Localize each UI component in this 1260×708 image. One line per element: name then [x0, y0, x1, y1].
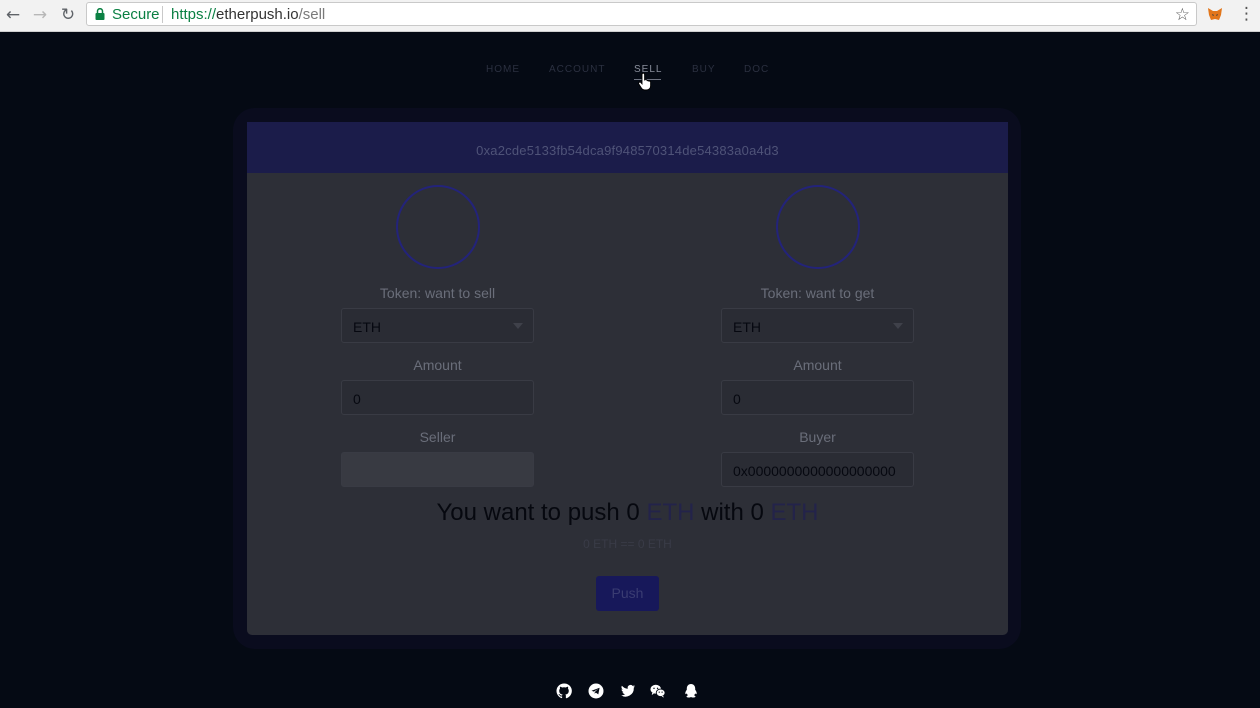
summary-middle: with [694, 499, 751, 526]
browser-menu-icon[interactable]: ⋮ [1238, 4, 1255, 24]
url-host: etherpush.io [216, 6, 299, 23]
get-token-value: ETH [733, 319, 761, 335]
sell-token-label: Token: want to sell [379, 285, 496, 301]
nav-account[interactable]: ACCOUNT [549, 64, 605, 75]
qq-icon[interactable] [683, 683, 699, 699]
site-nav: HOME ACCOUNT SELL BUY DOC [0, 64, 1260, 80]
card-header: 0xa2cde5133fb54dca9f948570314de54383a0a4… [247, 122, 1008, 173]
github-icon[interactable] [556, 683, 572, 699]
push-button[interactable]: Push [596, 576, 659, 611]
seller-input[interactable] [341, 452, 534, 487]
sell-token-icon [396, 185, 480, 269]
wallet-address: 0xa2cde5133fb54dca9f948570314de54383a0a4… [476, 143, 779, 158]
chevron-down-icon [513, 323, 523, 329]
chevron-down-icon [893, 323, 903, 329]
lock-icon [95, 8, 105, 20]
summary-get-amount: 0 [750, 499, 764, 526]
push-summary: You want to push 0 ETH with 0 ETH [247, 499, 1008, 527]
twitter-icon[interactable] [620, 683, 636, 699]
nav-doc[interactable]: DOC [744, 64, 769, 75]
metamask-extension-icon[interactable] [1207, 6, 1223, 22]
sell-token-select[interactable]: ETH [341, 308, 534, 343]
buyer-label: Buyer [799, 429, 836, 445]
back-arrow-icon[interactable]: ← [2, 4, 24, 26]
url-scheme: https:// [171, 6, 217, 23]
summary-prefix: You want to push [436, 499, 627, 526]
get-amount-input[interactable]: 0 [721, 380, 914, 415]
sell-amount-input[interactable]: 0 [341, 380, 534, 415]
forward-arrow-icon[interactable]: → [29, 4, 51, 26]
bookmark-star-icon[interactable]: ☆ [1175, 5, 1190, 25]
address-bar[interactable]: Secure https://etherpush.io/sell ☆ [86, 2, 1197, 26]
nav-home[interactable]: HOME [486, 64, 520, 75]
get-token-icon [776, 185, 860, 269]
reload-icon[interactable]: ↻ [57, 4, 79, 26]
omnibox-divider [162, 6, 163, 23]
summary-sell-amount: 0 [626, 499, 640, 526]
buyer-input[interactable]: 0x0000000000000000000 [721, 452, 914, 487]
wechat-icon[interactable] [650, 683, 666, 699]
hand-cursor-icon [638, 73, 652, 91]
seller-label: Seller [419, 429, 456, 445]
get-token-label: Token: want to get [760, 285, 875, 301]
telegram-icon[interactable] [588, 683, 604, 699]
sell-card: 0xa2cde5133fb54dca9f948570314de54383a0a4… [247, 122, 1008, 635]
get-amount-label: Amount [793, 357, 842, 373]
sell-token-value: ETH [353, 319, 381, 335]
url-path: /sell [298, 6, 326, 23]
footer-links [0, 683, 1260, 701]
get-token-select[interactable]: ETH [721, 308, 914, 343]
url-text[interactable]: https://etherpush.io/sell [171, 6, 325, 23]
secure-label: Secure [112, 6, 160, 23]
nav-buy[interactable]: BUY [692, 64, 716, 75]
summary-sell-token: ETH [646, 499, 695, 526]
sell-amount-label: Amount [413, 357, 462, 373]
exchange-rate: 0 ETH == 0 ETH [583, 537, 672, 551]
browser-toolbar: ← → ↻ Secure https://etherpush.io/sell ☆… [0, 0, 1260, 32]
summary-get-token: ETH [770, 499, 819, 526]
